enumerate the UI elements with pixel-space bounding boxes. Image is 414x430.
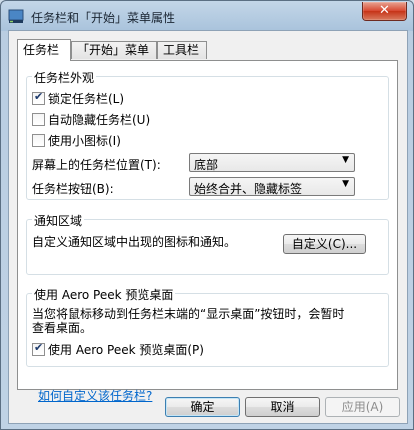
aero-peek-description-line2: 查看桌面。 [32, 321, 93, 335]
taskbar-location-select[interactable]: 底部 ▼ [189, 153, 355, 172]
taskbar-location-value: 底部 [194, 158, 219, 172]
taskbar-buttons-value: 始终合并、隐藏标签 [194, 182, 303, 196]
ok-button[interactable]: 确定 [165, 397, 240, 417]
autohide-checkbox[interactable]: 自动隐藏任务栏(U) [32, 111, 150, 128]
dialog-window: 任务栏和「开始」菜单属性 ✕ 任务栏 「开始」菜单 工具栏 任务栏外观 锁定任务… [0, 0, 414, 430]
group-label-appearance: 任务栏外观 [32, 69, 97, 86]
taskbar-buttons-select[interactable]: 始终合并、隐藏标签 ▼ [189, 177, 355, 196]
close-button[interactable]: ✕ [362, 2, 407, 21]
small-icons-checkbox-box[interactable] [32, 134, 45, 147]
lock-taskbar-checkbox-box[interactable] [32, 90, 45, 105]
aero-peek-label: 使用 Aero Peek 预览桌面(P) [48, 343, 204, 357]
tab-taskbar[interactable]: 任务栏 [17, 39, 71, 61]
group-taskbar-appearance: 任务栏外观 锁定任务栏(L) 自动隐藏任务栏(U) 使用小图标(I) 屏幕上的任… [26, 69, 389, 200]
close-icon: ✕ [379, 3, 390, 18]
aero-peek-checkbox[interactable]: 使用 Aero Peek 预览桌面(P) [32, 341, 204, 358]
title-bar[interactable]: 任务栏和「开始」菜单属性 ✕ [1, 1, 413, 31]
chevron-down-icon: ▼ [342, 155, 349, 165]
taskbar-location-label: 屏幕上的任务栏位置(T): [32, 158, 161, 172]
lock-taskbar-label: 锁定任务栏(L) [48, 92, 125, 106]
tab-toolbars[interactable]: 工具栏 [157, 41, 207, 59]
chevron-down-icon: ▼ [342, 179, 349, 189]
dialog-client-area: 任务栏 「开始」菜单 工具栏 任务栏外观 锁定任务栏(L) 自动隐藏任务栏(U)… [8, 30, 408, 424]
apply-button: 应用(A) [325, 397, 400, 417]
tab-panel-taskbar: 任务栏外观 锁定任务栏(L) 自动隐藏任务栏(U) 使用小图标(I) 屏幕上的任… [17, 60, 398, 403]
group-notification-area: 通知区域 自定义通知区域中出现的图标和通知。 自定义(C)... [26, 212, 389, 275]
notification-description: 自定义通知区域中出现的图标和通知。 [32, 235, 237, 249]
taskbar-properties-icon [8, 9, 24, 23]
small-icons-checkbox[interactable]: 使用小图标(I) [32, 132, 121, 149]
tab-start-menu[interactable]: 「开始」菜单 [71, 41, 157, 59]
autohide-label: 自动隐藏任务栏(U) [48, 113, 151, 127]
group-aero-peek: 使用 Aero Peek 预览桌面 当您将鼠标移动到任务栏末端的“显示桌面”按钮… [26, 286, 389, 367]
autohide-checkbox-box[interactable] [32, 113, 45, 126]
aero-peek-checkbox-box[interactable] [32, 341, 45, 356]
help-customize-taskbar-link[interactable]: 如何自定义该任务栏? [38, 387, 152, 404]
group-label-aero-peek: 使用 Aero Peek 预览桌面 [32, 286, 176, 303]
taskbar-buttons-label: 任务栏按钮(B): [32, 182, 114, 196]
cancel-button[interactable]: 取消 [245, 397, 320, 417]
customize-notification-button[interactable]: 自定义(C)... [283, 234, 366, 254]
small-icons-label: 使用小图标(I) [48, 134, 121, 148]
lock-taskbar-checkbox[interactable]: 锁定任务栏(L) [32, 90, 124, 107]
window-title: 任务栏和「开始」菜单属性 [31, 11, 176, 25]
group-label-notification: 通知区域 [32, 212, 85, 229]
